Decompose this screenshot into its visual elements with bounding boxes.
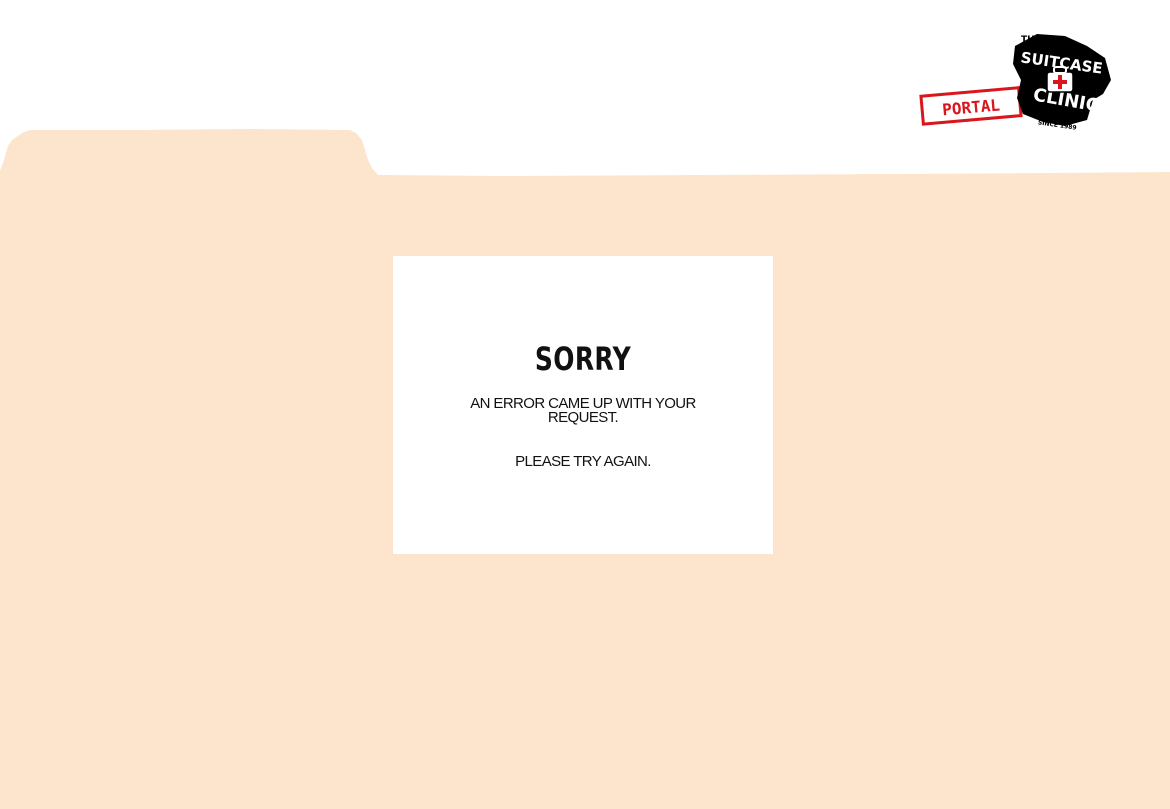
svg-text:PORTAL: PORTAL <box>942 95 1001 119</box>
error-message: AN ERROR CAME UP WITH YOUR REQUEST. <box>470 395 696 426</box>
error-card: SORRY AN ERROR CAME UP WITH YOUR REQUEST… <box>393 256 773 554</box>
error-page: PORTAL THE SUITCASE CLINIC SINCE 1989 SO… <box>0 0 1170 809</box>
svg-text:THE: THE <box>1021 35 1041 45</box>
retry-message: PLEASE TRY AGAIN. <box>515 453 651 470</box>
portal-stamp: PORTAL <box>919 86 1023 126</box>
suitcase-clinic-logo: PORTAL THE SUITCASE CLINIC SINCE 1989 <box>919 34 1111 130</box>
suitcase-clinic-wordmark: THE SUITCASE CLINIC SINCE 1989 <box>1013 34 1111 130</box>
error-title: SORRY <box>534 340 632 378</box>
